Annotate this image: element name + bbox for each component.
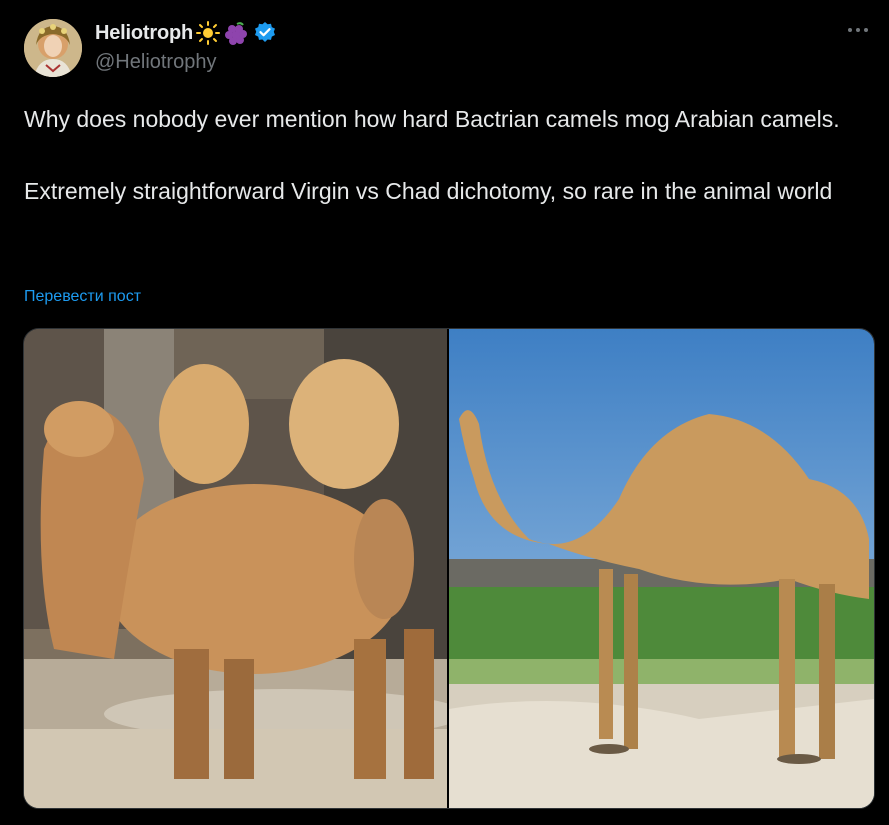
- media-grid: [23, 328, 875, 809]
- avatar-portrait-icon: [24, 19, 82, 77]
- avatar[interactable]: [24, 19, 82, 77]
- author-display-name[interactable]: Heliotroph: [95, 20, 277, 46]
- translate-post-link[interactable]: Перевести пост: [24, 288, 141, 306]
- sun-icon: [195, 20, 221, 46]
- verified-badge-icon: [253, 21, 277, 45]
- tweet-paragraph: Why does nobody ever mention how hard Ba…: [24, 106, 840, 132]
- more-options-button[interactable]: [844, 20, 872, 40]
- grapes-icon: [223, 20, 249, 46]
- more-dots-icon: [848, 28, 868, 32]
- tweet-text: Why does nobody ever mention how hard Ba…: [24, 101, 864, 209]
- author-handle[interactable]: @Heliotrophy: [95, 51, 216, 74]
- bactrian-camel-photo[interactable]: [24, 329, 447, 808]
- display-name-text: Heliotroph: [95, 21, 193, 44]
- arabian-camel-photo[interactable]: [449, 329, 874, 808]
- tweet-paragraph: Extremely straightforward Virgin vs Chad…: [24, 178, 833, 204]
